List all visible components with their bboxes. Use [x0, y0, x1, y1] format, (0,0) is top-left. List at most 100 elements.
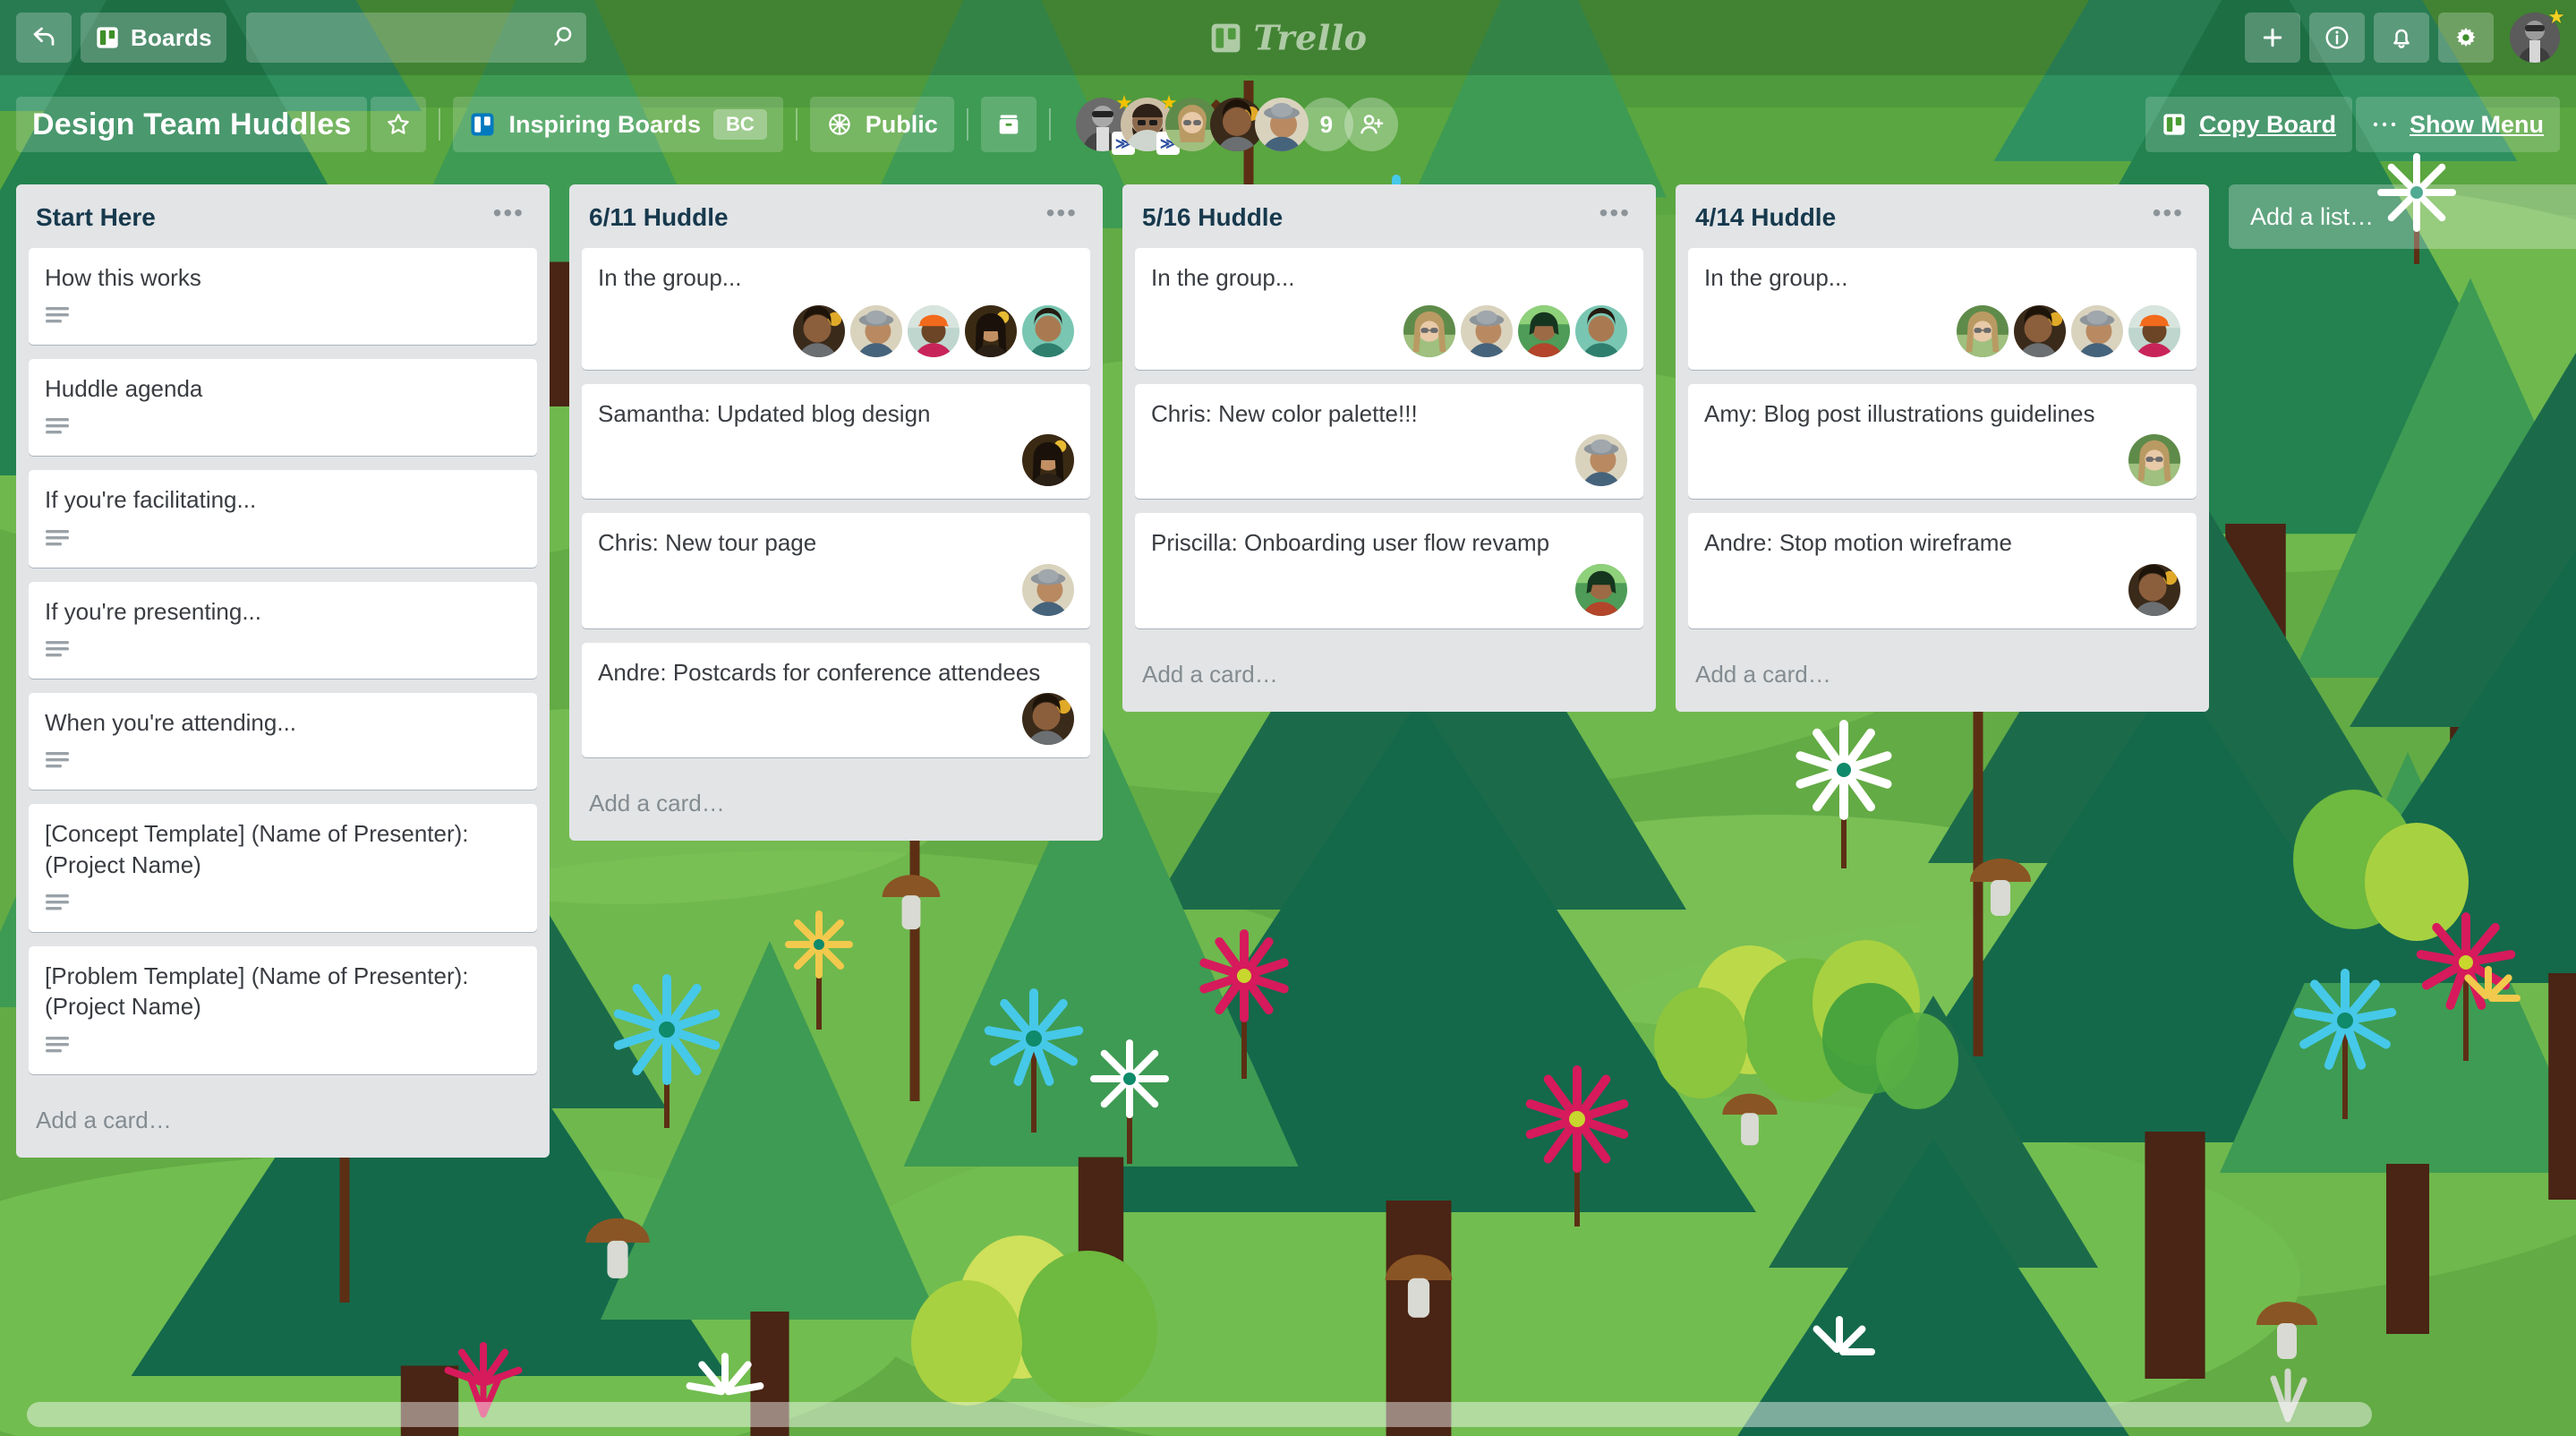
star-outline-icon — [385, 111, 412, 138]
team-chip: BC — [713, 109, 767, 140]
card-member-avatar[interactable] — [1022, 693, 1074, 746]
list: 6/11 Huddle ••• In the group... Samantha: U… — [569, 184, 1103, 842]
header-divider-3 — [966, 108, 968, 141]
card-member-avatar[interactable] — [1461, 305, 1513, 358]
card[interactable]: In the group... — [1135, 247, 1643, 371]
list-title[interactable]: 4/14 Huddle — [1695, 203, 1836, 232]
card-member-avatar[interactable] — [1575, 563, 1627, 616]
card-title: [Problem Template] (Name of Presenter):(… — [45, 962, 469, 1021]
add-card-button[interactable]: Add a card… — [569, 772, 1103, 837]
card-member-avatar[interactable] — [1518, 305, 1570, 358]
team-name: Inspiring Boards — [508, 110, 701, 138]
card-member-avatar[interactable] — [2071, 305, 2123, 358]
list-title[interactable]: Start Here — [36, 203, 156, 232]
add-list-button[interactable]: Add a list… — [2229, 184, 2576, 249]
card-member-avatar[interactable] — [2128, 305, 2180, 358]
archive-button[interactable] — [980, 97, 1036, 152]
card[interactable]: Priscilla: Onboarding user flow revamp — [1135, 513, 1643, 628]
card-member-avatar[interactable] — [965, 305, 1017, 358]
card-member-avatar[interactable] — [850, 305, 902, 358]
search-icon[interactable] — [552, 24, 593, 51]
horizontal-scrollbar-thumb[interactable] — [27, 1402, 2372, 1427]
visibility-button[interactable]: Public — [809, 97, 954, 152]
card[interactable]: How this works — [29, 247, 537, 346]
list-menu-button[interactable]: ••• — [2147, 201, 2189, 226]
card-members — [598, 563, 1074, 616]
list-title[interactable]: 6/11 Huddle — [589, 203, 729, 232]
card-title: If you're presenting... — [45, 597, 261, 625]
card-badges — [45, 889, 521, 919]
card-badges — [45, 747, 521, 777]
team-button[interactable]: Inspiring Boards BC — [453, 97, 783, 152]
card-members — [1704, 434, 2180, 487]
add-card-button[interactable]: Add a card… — [1676, 643, 2209, 708]
card-members — [1151, 434, 1627, 487]
add-button[interactable] — [2245, 13, 2300, 63]
notifications-button[interactable] — [2374, 13, 2429, 63]
card-member-avatar[interactable] — [1575, 434, 1627, 487]
list-menu-button[interactable]: ••• — [488, 201, 530, 226]
card[interactable]: Chris: New tour page — [582, 513, 1090, 628]
search-box[interactable] — [245, 13, 586, 63]
card-member-avatar[interactable] — [2128, 563, 2180, 616]
card[interactable]: Samantha: Updated blog design — [582, 384, 1090, 500]
back-arrow-icon — [30, 24, 57, 51]
card-member-avatar[interactable] — [1957, 305, 2009, 358]
add-card-button[interactable]: Add a card… — [1122, 643, 1656, 708]
card-member-avatar[interactable] — [2128, 434, 2180, 487]
card-member-avatar[interactable] — [793, 305, 845, 358]
add-member-button[interactable] — [1343, 98, 1398, 151]
card-title: In the group... — [1151, 263, 1295, 291]
gear-icon — [2452, 24, 2479, 51]
boards-button[interactable]: Boards — [81, 13, 226, 63]
card-member-avatar[interactable] — [2014, 305, 2066, 358]
header-divider-1 — [439, 108, 441, 141]
horizontal-scrollbar[interactable] — [0, 1402, 2576, 1427]
search-input[interactable] — [245, 13, 552, 63]
card-badges — [45, 413, 521, 443]
card-member-avatar[interactable] — [908, 305, 960, 358]
card[interactable]: Andre: Postcards for conference attendee… — [582, 642, 1090, 758]
info-button[interactable] — [2309, 13, 2365, 63]
card-badges — [45, 302, 521, 332]
card-title: In the group... — [1704, 263, 1848, 291]
card-members — [598, 693, 1074, 746]
card[interactable]: Amy: Blog post illustrations guidelines — [1688, 384, 2196, 500]
card[interactable]: When you're attending... — [29, 693, 537, 791]
back-button[interactable] — [16, 13, 72, 63]
board-title[interactable]: Design Team Huddles — [16, 97, 368, 152]
bell-icon — [2388, 24, 2415, 51]
card-member-avatar[interactable] — [1575, 305, 1627, 358]
card[interactable]: [Concept Template] (Name of Presenter):(… — [29, 804, 537, 932]
show-menu-button[interactable]: Show Menu — [2356, 97, 2560, 152]
card[interactable]: Andre: Stop motion wireframe — [1688, 513, 2196, 628]
card-member-avatar[interactable] — [1403, 305, 1455, 358]
add-card-button[interactable]: Add a card… — [16, 1089, 550, 1154]
card[interactable]: Huddle agenda — [29, 359, 537, 457]
list-menu-button[interactable]: ••• — [1594, 201, 1636, 226]
card[interactable]: In the group... — [582, 247, 1090, 371]
card[interactable]: If you're presenting... — [29, 581, 537, 680]
user-avatar[interactable]: ★ — [2510, 7, 2565, 63]
copy-board-button[interactable]: Copy Board — [2145, 97, 2352, 152]
globe-icon — [826, 111, 853, 138]
global-header: Boards Trello ★ — [0, 0, 2576, 75]
settings-button[interactable] — [2438, 13, 2494, 63]
board-member-avatar[interactable] — [1254, 98, 1309, 151]
card-members — [598, 434, 1074, 487]
board-title-text: Design Team Huddles — [32, 107, 352, 141]
description-badge-icon — [45, 893, 72, 916]
card[interactable]: In the group... — [1688, 247, 2196, 371]
copy-board-label: Copy Board — [2198, 110, 2336, 138]
card[interactable]: If you're facilitating... — [29, 470, 537, 568]
card[interactable]: Chris: New color palette!!! — [1135, 384, 1643, 500]
card-member-avatar[interactable] — [1022, 305, 1074, 358]
star-board-button[interactable] — [371, 97, 427, 152]
list-menu-button[interactable]: ••• — [1041, 201, 1083, 226]
list-title[interactable]: 5/16 Huddle — [1142, 203, 1283, 232]
card-member-avatar[interactable] — [1022, 563, 1074, 616]
card-title: Amy: Blog post illustrations guidelines — [1704, 400, 2095, 428]
card[interactable]: [Problem Template] (Name of Presenter):(… — [29, 945, 537, 1074]
card-badges — [45, 1031, 521, 1062]
card-member-avatar[interactable] — [1022, 434, 1074, 487]
